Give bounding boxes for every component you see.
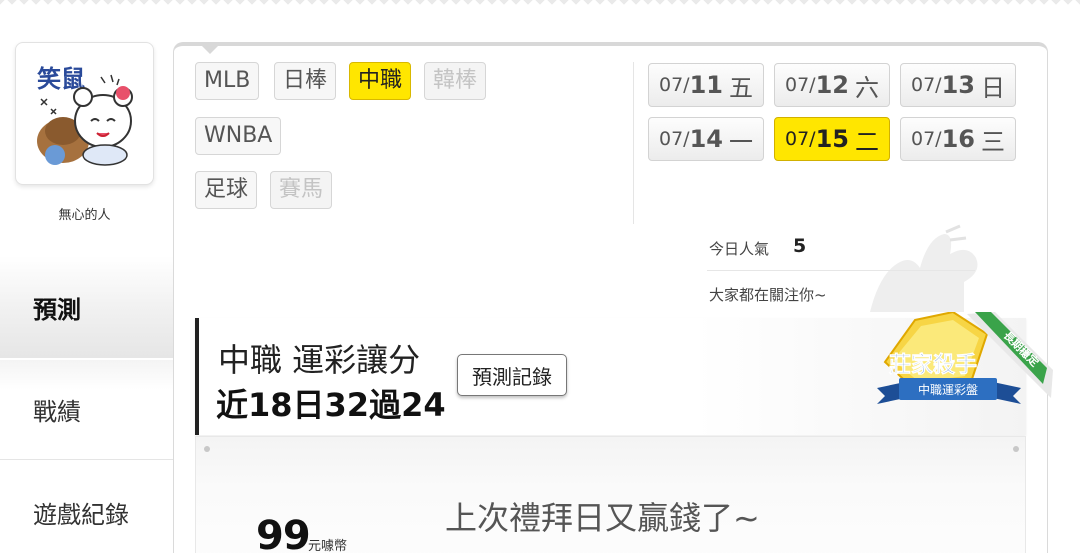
league-tab-horse-racing: 賽馬: [270, 171, 333, 209]
date-month: 07/: [785, 74, 816, 96]
date-tab[interactable]: 07/13 日: [900, 63, 1016, 107]
date-weekday: 二: [854, 127, 879, 156]
avatar-image: 笑鼠: [30, 58, 139, 169]
avatar[interactable]: 笑鼠: [15, 42, 154, 185]
date-tab-selected[interactable]: 07/15 二: [774, 117, 890, 161]
coin-value: 99: [256, 513, 311, 553]
side-nav-label: 遊戲紀錄: [33, 500, 129, 529]
date-month: 07/: [911, 128, 942, 150]
date-weekday: 五: [728, 73, 753, 102]
prediction-history-button[interactable]: 預測記錄: [457, 354, 567, 396]
badge-title: 莊家殺手: [889, 352, 977, 378]
popularity-value: 5: [793, 235, 807, 257]
date-day: 14: [689, 125, 723, 153]
date-weekday: 日: [980, 73, 1005, 102]
date-weekday: 一: [728, 127, 753, 156]
date-day: 15: [815, 125, 849, 153]
date-month: 07/: [659, 74, 690, 96]
date-month: 07/: [785, 128, 816, 150]
league-tab-mlb[interactable]: MLB: [195, 62, 260, 100]
date-weekday: 六: [854, 73, 879, 102]
top-border-decoration: [0, 0, 1080, 8]
side-nav-label: 預測: [33, 295, 81, 324]
date-day: 16: [941, 125, 975, 153]
badge-subtitle: 中職運彩盤: [918, 382, 978, 397]
panel-pointer-icon: [200, 44, 220, 54]
pin-icon: [204, 446, 210, 452]
date-day: 13: [941, 71, 975, 99]
date-tab[interactable]: 07/16 三: [900, 117, 1016, 161]
date-tab[interactable]: 07/14 一: [648, 117, 764, 161]
side-nav-label: 戰績: [33, 398, 81, 426]
bookmaker-killer-badge-icon: 莊家殺手 中職運彩盤 長期穩定: [877, 312, 1053, 404]
league-tab-wnba[interactable]: WNBA: [195, 117, 282, 155]
league-tab-kbo: 韓棒: [424, 62, 487, 100]
pin-icon: [1013, 446, 1019, 452]
username: 無心的人: [58, 208, 111, 223]
date-month: 07/: [911, 74, 942, 96]
divider: [707, 270, 975, 271]
league-tab-npb[interactable]: 日棒: [274, 62, 337, 100]
side-nav-item-predict[interactable]: 預測: [0, 256, 174, 358]
league-tab-cpbl[interactable]: 中職: [349, 62, 412, 100]
date-tab[interactable]: 07/12 六: [774, 63, 890, 107]
prediction-record: 近18日32過24: [216, 386, 446, 424]
side-nav-item-game-history[interactable]: 遊戲紀錄: [0, 462, 174, 553]
date-day: 12: [815, 71, 849, 99]
date-tab[interactable]: 07/11 五: [648, 63, 764, 107]
divider: [633, 62, 634, 224]
date-weekday: 三: [980, 127, 1005, 156]
league-tab-soccer[interactable]: 足球: [195, 171, 258, 209]
side-nav-item-record[interactable]: 戰績: [0, 360, 174, 460]
date-month: 07/: [659, 128, 690, 150]
popularity-label: 今日人氣: [709, 240, 770, 258]
prediction-title: 中職 運彩讓分: [218, 341, 421, 379]
follow-text: 大家都在關注你~: [709, 286, 827, 304]
coin-unit: 元噱幣: [308, 539, 348, 553]
post-text: 上次禮拜日又贏錢了~: [445, 499, 760, 537]
date-day: 11: [689, 71, 723, 99]
